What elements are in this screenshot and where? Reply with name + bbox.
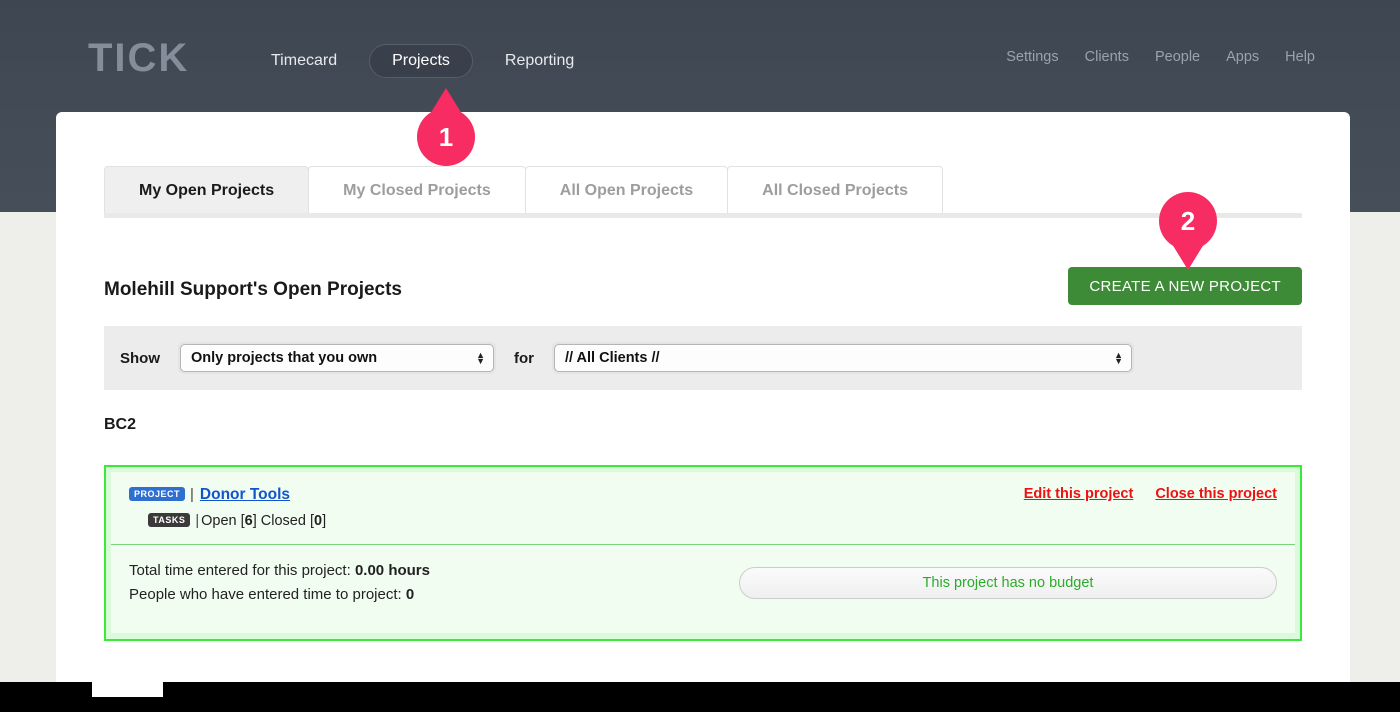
project-card-header: PROJECT | Donor Tools TASKS | Open [6] Close… (111, 472, 1295, 544)
nav-item-reporting[interactable]: Reporting (489, 44, 590, 78)
tasks-suffix: ] (322, 513, 327, 529)
primary-nav: Timecard Projects Reporting (255, 44, 590, 78)
tabs-divider (104, 213, 1302, 218)
for-label: for (514, 349, 534, 367)
nav-item-projects[interactable]: Projects (369, 44, 473, 78)
page-header-row: Molehill Support's Open Projects CREATE … (104, 267, 1302, 317)
title-separator: | (190, 486, 194, 503)
tab-my-open-projects[interactable]: My Open Projects (104, 166, 310, 214)
client-filter-select[interactable]: // All Clients // ▲ ▼ (552, 342, 1134, 374)
marker-number: 2 (1180, 206, 1196, 236)
project-card: PROJECT | Donor Tools TASKS | Open [6] Close… (104, 465, 1302, 641)
nav-item-help[interactable]: Help (1285, 49, 1315, 65)
project-scope-value: Only projects that you own (191, 350, 378, 366)
tick-logo[interactable]: TICK (88, 36, 189, 81)
project-badge: PROJECT (129, 487, 186, 502)
project-scope-select[interactable]: Only projects that you own ▲ ▼ (178, 342, 496, 374)
marker-tail (1172, 244, 1204, 270)
filter-bar: Show Only projects that you own ▲ ▼ for /… (104, 326, 1302, 390)
nav-item-settings[interactable]: Settings (1006, 49, 1058, 65)
tasks-separator: | (195, 513, 200, 529)
tab-my-closed-projects[interactable]: My Closed Projects (308, 166, 526, 214)
marker-number: 1 (438, 122, 454, 152)
budget-status-pill[interactable]: This project has no budget (739, 567, 1277, 599)
project-tabs: My Open Projects My Closed Projects All … (104, 166, 943, 214)
annotation-marker-2: 2 (1159, 192, 1217, 270)
total-time-label: Total time entered for this project: (129, 562, 351, 579)
people-value: 0 (405, 586, 415, 603)
bottom-bar-notch (92, 682, 163, 697)
project-actions: Edit this project Close this project (1024, 486, 1277, 502)
show-label: Show (120, 349, 160, 367)
nav-item-apps[interactable]: Apps (1226, 49, 1259, 65)
nav-item-people[interactable]: People (1155, 49, 1200, 65)
tab-all-closed-projects[interactable]: All Closed Projects (727, 166, 943, 214)
people-label: People who have entered time to project: (129, 586, 402, 603)
tasks-mid-text: ] Closed [ (252, 513, 314, 529)
project-tasks-row: TASKS | Open [6] Closed [0] (129, 513, 1277, 529)
close-this-project-link[interactable]: Close this project (1155, 486, 1277, 502)
tasks-badge: TASKS (148, 513, 191, 528)
stepper-arrows-icon: ▲ ▼ (476, 350, 485, 366)
tab-all-open-projects[interactable]: All Open Projects (524, 166, 729, 214)
project-card-body: Total time entered for this project: 0.0… (111, 545, 1295, 633)
tasks-open-prefix: Open [ (201, 513, 245, 529)
screenshot-root: TICK Timecard Projects Reporting Setting… (0, 0, 1400, 712)
project-name-link[interactable]: Donor Tools (200, 486, 290, 503)
total-time-value: 0.00 hours (354, 562, 430, 579)
bottom-black-bar (0, 682, 1400, 712)
client-filter-value: // All Clients // (565, 350, 660, 366)
top-navigation: TICK Timecard Projects Reporting Setting… (0, 0, 1400, 112)
annotation-marker-1: 1 (417, 88, 475, 166)
stepper-arrows-icon: ▲ ▼ (1114, 350, 1123, 366)
tasks-open-count: 6 (244, 513, 253, 529)
tasks-closed-count: 0 (313, 513, 323, 529)
content-panel: My Open Projects My Closed Projects All … (56, 112, 1350, 682)
create-new-project-button[interactable]: CREATE A NEW PROJECT (1068, 267, 1302, 305)
nav-item-timecard[interactable]: Timecard (255, 44, 353, 78)
nav-item-clients[interactable]: Clients (1085, 49, 1129, 65)
secondary-nav: Settings Clients People Apps Help (1006, 49, 1315, 65)
edit-this-project-link[interactable]: Edit this project (1024, 486, 1134, 502)
client-group-heading: BC2 (104, 416, 137, 433)
page-title: Molehill Support's Open Projects (104, 279, 402, 300)
